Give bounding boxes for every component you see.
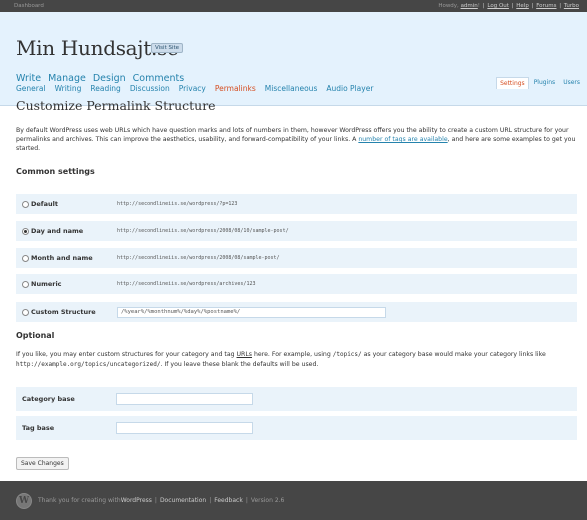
category-base-row: Category base — [16, 387, 577, 411]
option-month-and-name[interactable]: Month and name http://secondlineiis.se/w… — [16, 248, 577, 268]
radio-day-and-name[interactable] — [22, 227, 29, 235]
radio-default[interactable] — [22, 200, 29, 208]
visit-site-button[interactable]: Visit Site — [151, 43, 184, 53]
dashboard-link[interactable]: Dashboard — [14, 3, 44, 9]
nav-users[interactable]: Users — [560, 77, 583, 89]
category-base-label: Category base — [22, 395, 75, 403]
option-default[interactable]: Default http://secondlineiis.se/wordpres… — [16, 194, 577, 214]
settings-subnav: General Writing Reading Discussion Priva… — [16, 84, 373, 93]
subnav-privacy[interactable]: Privacy — [179, 84, 206, 93]
logout-link[interactable]: Log Out — [487, 3, 509, 9]
tag-base-input[interactable] — [116, 422, 253, 434]
option-example: http://secondlineiis.se/wordpress/archiv… — [117, 281, 256, 287]
nav-design[interactable]: Design — [93, 73, 126, 84]
user-link[interactable]: admin — [461, 3, 478, 9]
subnav-general[interactable]: General — [16, 84, 46, 93]
option-label: Month and name — [31, 254, 93, 262]
howdy-text: Howdy, — [438, 3, 461, 9]
version-text: Version 2.6 — [250, 497, 285, 504]
subnav-reading[interactable]: Reading — [90, 84, 120, 93]
radio-custom-structure[interactable] — [22, 308, 29, 316]
option-label: Custom Structure — [31, 308, 96, 316]
tag-base-row: Tag base — [16, 416, 577, 440]
wordpress-link[interactable]: WordPress — [121, 497, 152, 504]
radio-month-and-name[interactable] — [22, 254, 29, 262]
subnav-writing[interactable]: Writing — [55, 84, 82, 93]
subnav-permalinks[interactable]: Permalinks — [215, 84, 256, 93]
nav-manage[interactable]: Manage — [48, 73, 86, 84]
option-example: http://secondlineiis.se/wordpress/?p=123 — [117, 201, 238, 207]
tags-available-link[interactable]: number of tags are available — [358, 136, 447, 143]
tag-base-label: Tag base — [22, 424, 55, 432]
main-nav: Write Manage Design Comments — [16, 73, 184, 84]
optional-heading: Optional — [16, 331, 55, 340]
option-label: Numeric — [31, 280, 62, 288]
help-link[interactable]: Help — [516, 3, 529, 9]
save-changes-button[interactable]: Save Changes — [16, 457, 69, 470]
option-custom-structure[interactable]: Custom Structure /%year%/%monthnum%/%day… — [16, 302, 577, 322]
feedback-link[interactable]: Feedback — [214, 497, 243, 504]
intro-text: By default WordPress uses web URLs which… — [16, 127, 576, 152]
subnav-audio-player[interactable]: Audio Player — [326, 84, 373, 93]
nav-write[interactable]: Write — [16, 73, 41, 84]
option-example: http://secondlineiis.se/wordpress/2008/0… — [117, 255, 280, 261]
right-nav: Settings Plugins Users — [496, 77, 583, 89]
category-base-input[interactable] — [116, 393, 253, 405]
admin-footer: W Thank you for creating with WordPress … — [0, 481, 587, 520]
option-numeric[interactable]: Numeric http://secondlineiis.se/wordpres… — [16, 274, 577, 294]
option-label: Default — [31, 200, 58, 208]
subnav-discussion[interactable]: Discussion — [130, 84, 170, 93]
nav-settings[interactable]: Settings — [496, 77, 529, 89]
documentation-link[interactable]: Documentation — [160, 497, 206, 504]
nav-plugins[interactable]: Plugins — [531, 77, 559, 89]
subnav-miscellaneous[interactable]: Miscellaneous — [265, 84, 318, 93]
custom-structure-input[interactable]: /%year%/%monthnum%/%day%/%postname%/ — [117, 306, 386, 318]
nav-comments[interactable]: Comments — [133, 73, 185, 84]
radio-numeric[interactable] — [22, 280, 29, 288]
user-links: Howdy, admin! | Log Out | Help | Forums … — [438, 3, 579, 9]
page-title: Customize Permalink Structure — [16, 98, 216, 113]
turbo-link[interactable]: Turbo — [564, 3, 579, 9]
option-example: http://secondlineiis.se/wordpress/2008/0… — [117, 228, 289, 234]
forums-link[interactable]: Forums — [536, 3, 556, 9]
optional-text: If you like, you may enter custom struct… — [16, 351, 546, 368]
option-label: Day and name — [31, 227, 84, 235]
common-settings-heading: Common settings — [16, 167, 95, 176]
admin-topbar: Dashboard Howdy, admin! | Log Out | Help… — [0, 0, 587, 12]
option-day-and-name[interactable]: Day and name http://secondlineiis.se/wor… — [16, 221, 577, 241]
wordpress-logo-icon: W — [16, 492, 32, 509]
